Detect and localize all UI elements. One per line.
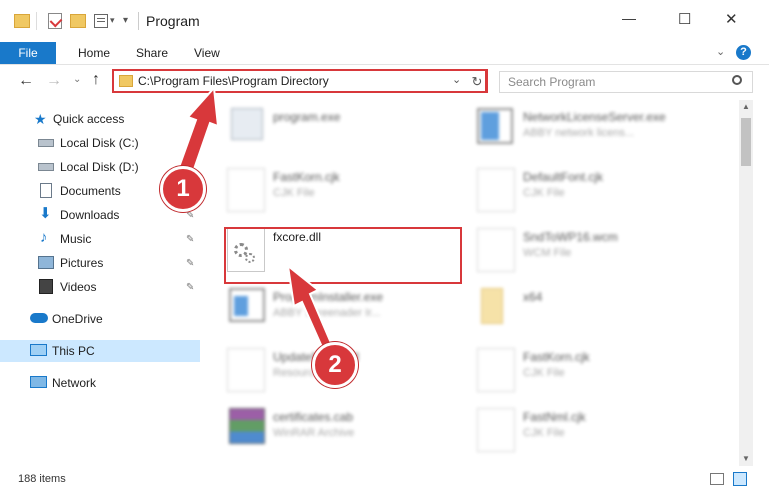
callout-overlay [176, 85, 336, 358]
step-1-badge: 1 [160, 166, 206, 212]
arrow-1 [176, 85, 220, 177]
step-2-badge: 2 [312, 342, 358, 388]
